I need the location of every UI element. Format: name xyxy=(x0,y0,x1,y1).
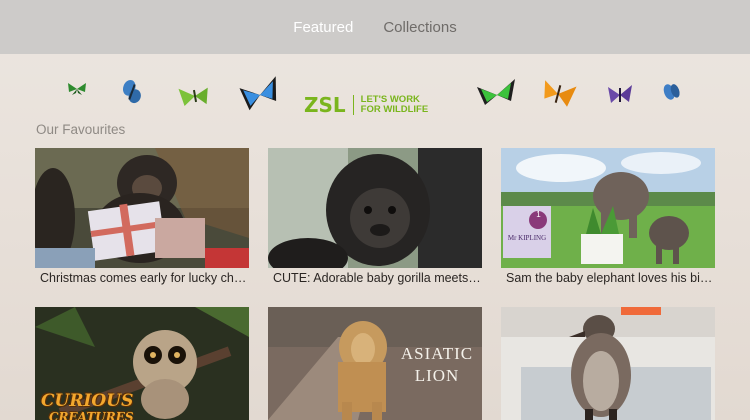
tab-featured[interactable]: Featured xyxy=(293,15,353,40)
video-thumbnail xyxy=(268,148,482,268)
butterfly-icon xyxy=(239,76,277,111)
butterfly-icon xyxy=(477,79,515,105)
video-thumbnail: CURIOUS CREATURES xyxy=(35,307,249,420)
video-title: Sam the baby elephant loves his birthday… xyxy=(506,271,715,285)
butterfly-icon xyxy=(663,84,680,100)
video-thumbnail xyxy=(501,307,715,420)
overlay-line-2: LION xyxy=(414,366,460,385)
tab-collections[interactable]: Collections xyxy=(383,15,456,40)
logo-divider xyxy=(352,95,354,115)
overlay-line-1: ASIATIC xyxy=(400,344,474,363)
butterfly-icon xyxy=(68,83,86,95)
video-card[interactable] xyxy=(501,307,715,420)
video-card[interactable]: Christmas comes early for lucky chimps xyxy=(35,148,249,285)
zsl-logo: ZSL LET'S WORK FOR WILDLIFE xyxy=(304,92,428,118)
butterfly-icon xyxy=(178,87,208,106)
top-nav-bar: Featured Collections xyxy=(0,0,750,54)
butterfly-icon xyxy=(123,80,141,104)
tagline-line-2: FOR WILDLIFE xyxy=(360,104,429,115)
video-card[interactable]: CURIOUS CREATURES xyxy=(35,307,249,420)
video-title: CUTE: Adorable baby gorilla meets his fa… xyxy=(273,271,482,285)
zsl-tagline: LET'S WORK FOR WILDLIFE xyxy=(361,95,429,115)
sign-number: 1 xyxy=(536,210,542,219)
show-title-overlay: CURIOUS CREATURES xyxy=(41,393,134,420)
butterfly-icon xyxy=(544,80,577,107)
section-title: Our Favourites xyxy=(36,122,126,137)
overlay-line-1: CURIOUS xyxy=(41,391,134,411)
video-thumbnail: ASIATIC LION xyxy=(268,307,482,420)
video-card[interactable]: CUTE: Adorable baby gorilla meets his fa… xyxy=(268,148,482,285)
zsl-logo-mark: ZSL xyxy=(304,93,346,117)
sign-brand: Mr KIPLING xyxy=(507,234,547,242)
overlay-line-2: CREATURES xyxy=(49,410,134,420)
video-card[interactable]: ASIATIC LION xyxy=(268,307,482,420)
butterfly-icon xyxy=(608,85,632,103)
video-title: Christmas comes early for lucky chimps xyxy=(40,271,249,285)
show-title-overlay: ASIATIC LION xyxy=(396,343,478,387)
video-thumbnail xyxy=(35,148,249,268)
video-thumbnail: 1 Mr KIPLING xyxy=(501,148,715,268)
video-card[interactable]: 1 Mr KIPLING Sam the baby elephant loves… xyxy=(501,148,715,285)
